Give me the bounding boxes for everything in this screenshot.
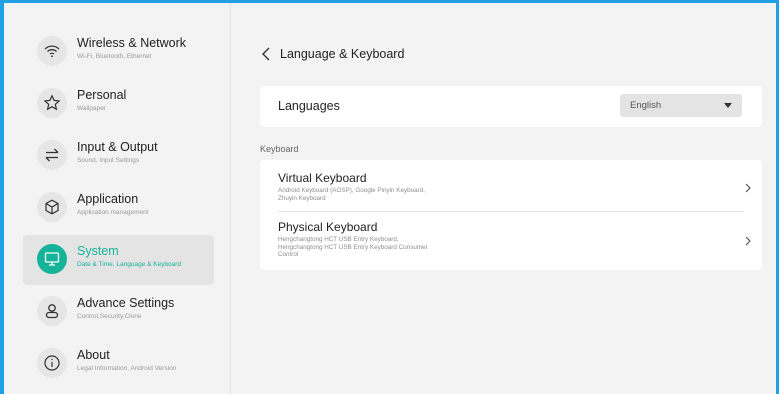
row-title: Physical Keyboard <box>278 220 378 234</box>
sidebar-item-title: System <box>77 244 119 258</box>
page-title: Language & Keyboard <box>280 47 405 61</box>
chevron-left-icon[interactable] <box>259 44 275 64</box>
sidebar-item-title: Wireless & Network <box>77 36 187 50</box>
row-subtitle-line: Hengchangtong HCT USB Entry Keyboard Con… <box>278 243 428 251</box>
row-subtitle-line: Zhuyin Keyboard <box>278 194 326 202</box>
language-select-value: English <box>630 100 662 111</box>
info-icon <box>37 348 67 378</box>
row-subtitle: Hengchangtong HCT USB Entry Keyboard, He… <box>278 236 518 259</box>
keyboard-section-label: Keyboard <box>260 144 299 154</box>
virtual-keyboard-row[interactable]: Virtual Keyboard Android Keyboard (AOSP)… <box>260 160 762 210</box>
sidebar-item-personal[interactable]: Personal Wallpaper <box>23 79 214 129</box>
sidebar-item-title: Input & Output <box>77 140 158 154</box>
settings-window: Wireless & Network Wi-Fi, Bluetooth, Eth… <box>0 0 779 394</box>
languages-card: Languages English <box>260 86 762 127</box>
sidebar-item-title: Application <box>77 192 139 206</box>
sidebar-item-title: Personal <box>77 88 127 102</box>
sidebar-item-subtitle: Wallpaper <box>77 105 107 112</box>
sidebar-item-subtitle: Legal Information, Android Version <box>77 365 177 372</box>
sidebar-item-subtitle: Date & Time, Language & Keyboard <box>77 261 182 268</box>
person-icon <box>37 296 67 326</box>
sidebar-item-subtitle: Wi-Fi, Bluetooth, Ethernet <box>77 53 152 60</box>
sidebar-item-system[interactable]: System Date & Time, Language & Keyboard <box>23 235 214 285</box>
arrows-icon <box>37 140 67 170</box>
sidebar-item-subtitle: Application management <box>77 209 149 216</box>
sidebar-item-input-output[interactable]: Input & Output Sound, Input Settings <box>23 131 214 181</box>
row-subtitle-line: Control <box>278 251 299 258</box>
sidebar-item-advance-settings[interactable]: Advance Settings Control,Security,Clone <box>23 287 214 337</box>
sidebar-item-application[interactable]: Application Application management <box>23 183 214 233</box>
row-subtitle-line: Hengchangtong HCT USB Entry Keyboard, <box>278 236 399 243</box>
sidebar-item-title: About <box>77 348 110 362</box>
keyboard-card: Virtual Keyboard Android Keyboard (AOSP)… <box>260 160 762 270</box>
row-subtitle: Android Keyboard (AOSP), Google Pinyin K… <box>278 187 518 202</box>
sidebar-item-subtitle: Sound, Input Settings <box>77 157 140 164</box>
physical-keyboard-row[interactable]: Physical Keyboard Hengchangtong HCT USB … <box>260 212 762 268</box>
caret-down-icon <box>724 103 732 108</box>
row-subtitle-line: Android Keyboard (AOSP), Google Pinyin K… <box>278 187 426 194</box>
sidebar-item-wireless-network[interactable]: Wireless & Network Wi-Fi, Bluetooth, Eth… <box>23 27 214 77</box>
main-panel: Language & Keyboard Languages English Ke… <box>231 3 776 394</box>
cube-icon <box>37 192 67 222</box>
language-select[interactable]: English <box>620 94 742 117</box>
wifi-icon <box>37 36 67 66</box>
sidebar-item-about[interactable]: About Legal Information, Android Version <box>23 339 214 389</box>
sidebar: Wireless & Network Wi-Fi, Bluetooth, Eth… <box>4 3 231 394</box>
sidebar-item-subtitle: Control,Security,Clone <box>77 313 142 320</box>
star-icon <box>37 88 67 118</box>
languages-label: Languages <box>278 99 340 113</box>
sidebar-item-title: Advance Settings <box>77 296 175 310</box>
chevron-right-icon <box>744 181 752 193</box>
row-title: Virtual Keyboard <box>278 171 367 185</box>
monitor-icon <box>37 244 67 274</box>
chevron-right-icon <box>744 234 752 246</box>
